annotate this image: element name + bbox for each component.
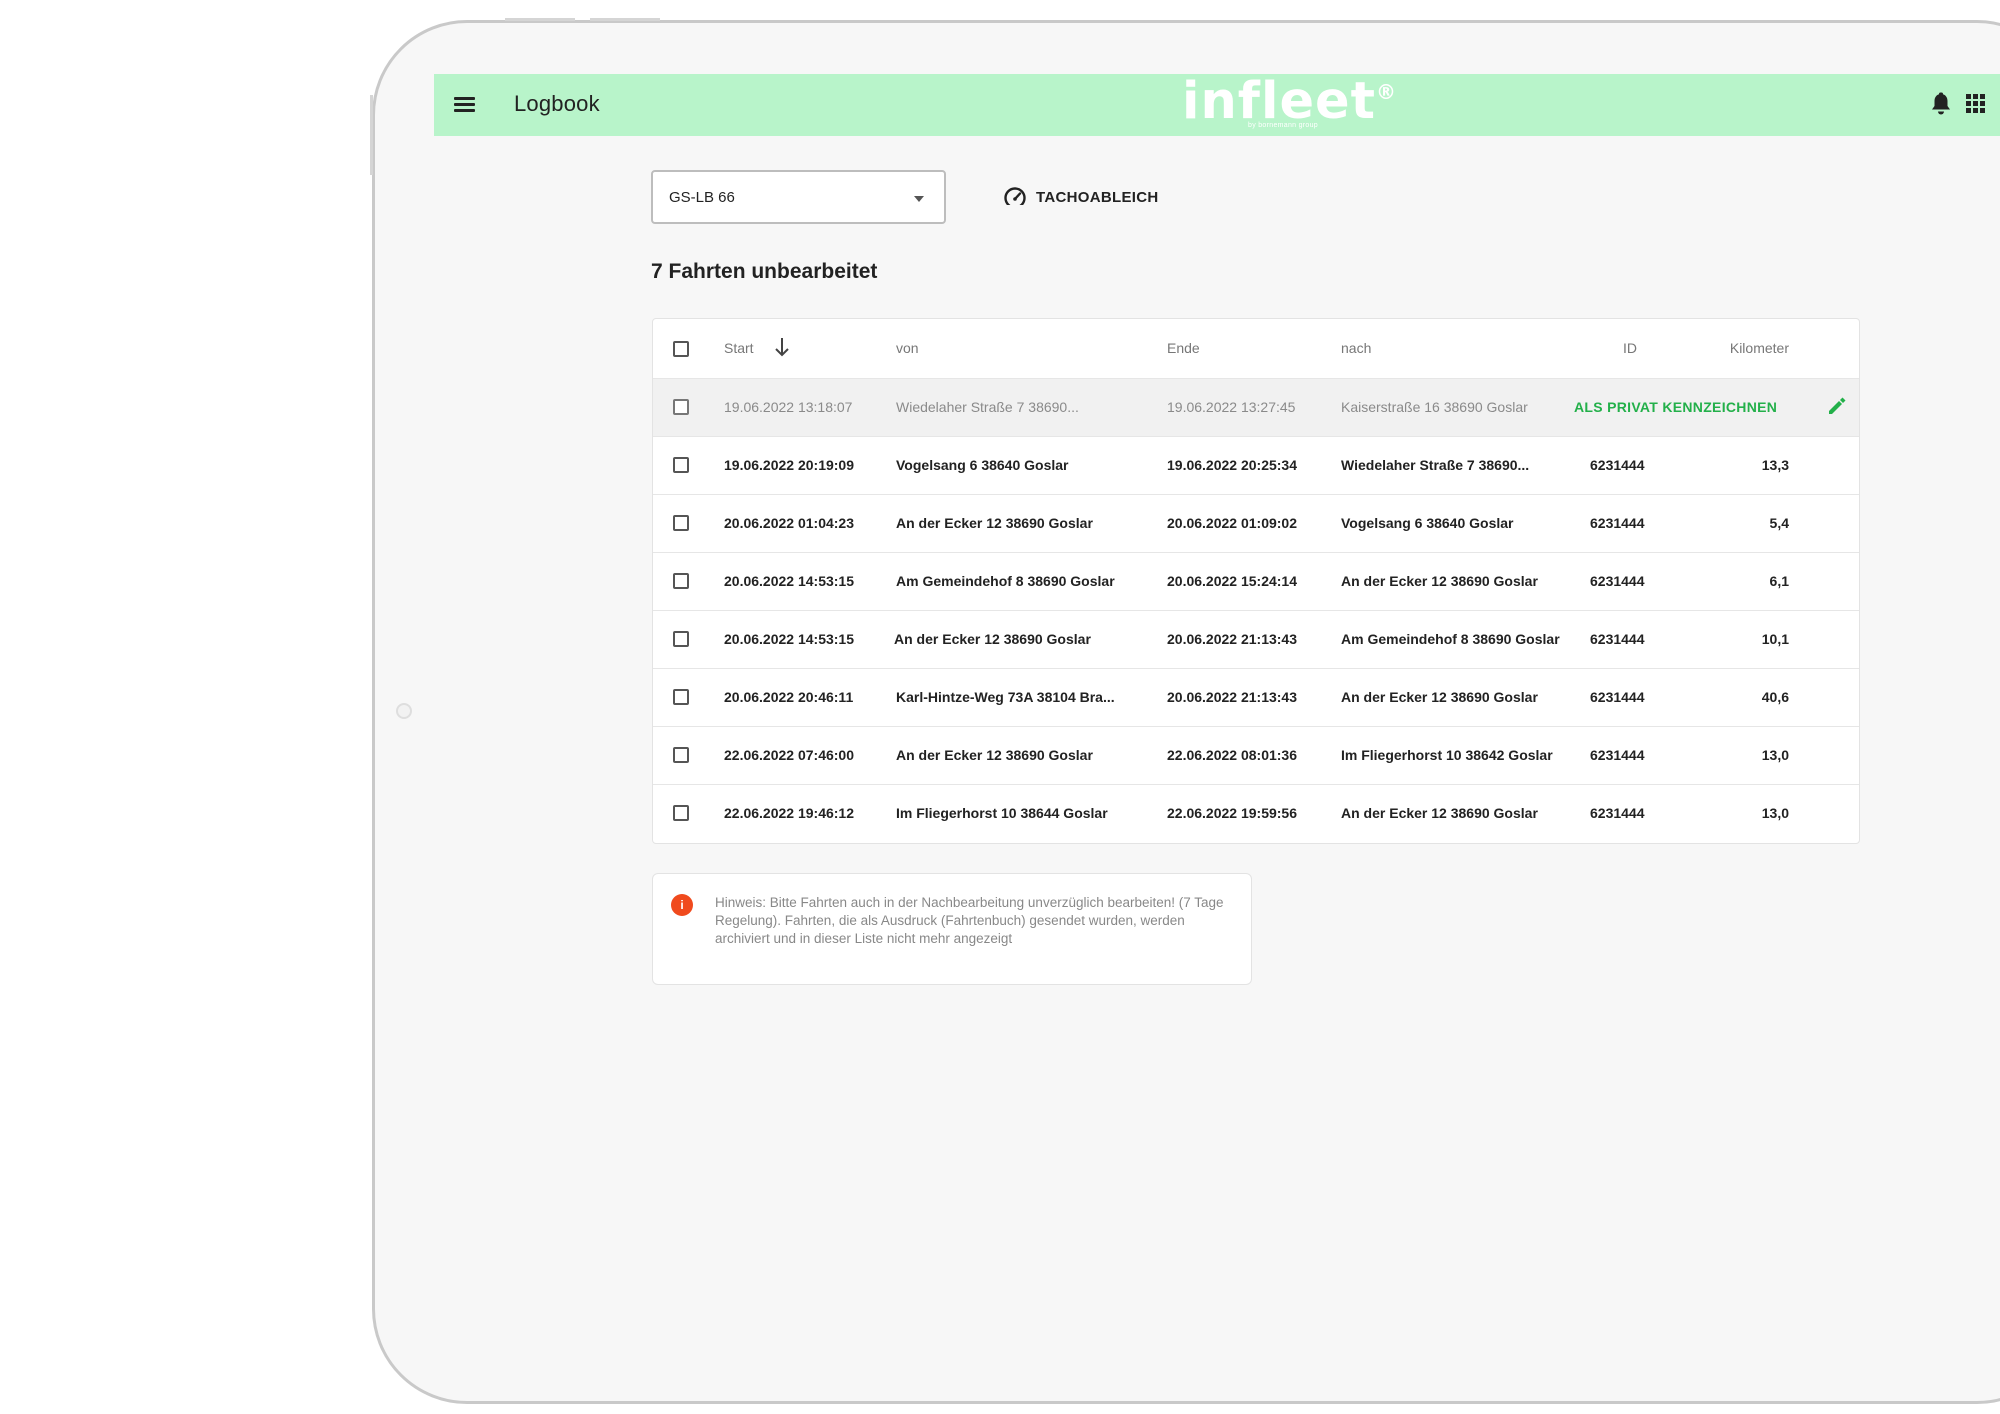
row-checkbox[interactable] bbox=[673, 747, 689, 763]
cell-start: 19.06.2022 13:18:07 bbox=[724, 399, 853, 415]
cell-nach: Im Fliegerhorst 10 38642 Goslar bbox=[1341, 747, 1553, 763]
cell-nach: An der Ecker 12 38690 Goslar bbox=[1341, 689, 1538, 705]
cell-von: Karl-Hintze-Weg 73A 38104 Bra... bbox=[896, 689, 1115, 705]
cell-von: An der Ecker 12 38690 Goslar bbox=[894, 631, 1091, 647]
bell-icon[interactable] bbox=[1930, 92, 1952, 121]
cell-ende: 19.06.2022 20:25:34 bbox=[1167, 457, 1297, 473]
cell-km: 10,1 bbox=[1761, 631, 1789, 647]
cell-start: 20.06.2022 14:53:15 bbox=[724, 631, 854, 647]
trips-table: Start von Ende nach ID Kilometer 19.06.2… bbox=[652, 318, 1860, 844]
vehicle-select[interactable]: GS-LB 66 bbox=[651, 170, 946, 224]
cell-ende: 20.06.2022 01:09:02 bbox=[1167, 515, 1297, 531]
cell-ende: 20.06.2022 21:13:43 bbox=[1167, 689, 1297, 705]
cell-id: 6231444 bbox=[1590, 457, 1645, 473]
cell-ende: 19.06.2022 13:27:45 bbox=[1167, 399, 1296, 415]
cell-id: 6231444 bbox=[1590, 515, 1645, 531]
table-row[interactable]: 19.06.2022 13:18:07 Wiedelaher Straße 7 … bbox=[653, 379, 1859, 437]
table-row[interactable]: 22.06.2022 07:46:00 An der Ecker 12 3869… bbox=[653, 727, 1859, 785]
row-checkbox[interactable] bbox=[673, 573, 689, 589]
cell-ende: 22.06.2022 19:59:56 bbox=[1167, 805, 1297, 821]
column-header-start[interactable]: Start bbox=[724, 340, 754, 356]
grid-icon[interactable] bbox=[1966, 94, 1990, 118]
table-header-row: Start von Ende nach ID Kilometer bbox=[653, 319, 1859, 379]
select-all-checkbox[interactable] bbox=[673, 341, 689, 357]
table-row[interactable]: 22.06.2022 19:46:12 Im Fliegerhorst 10 3… bbox=[653, 785, 1859, 843]
column-header-ende: Ende bbox=[1167, 340, 1200, 356]
cell-nach: Kaiserstraße 16 38690 Goslar bbox=[1341, 399, 1528, 415]
tablet-top-button-1 bbox=[505, 18, 575, 21]
speedometer-icon bbox=[1004, 187, 1026, 210]
cell-start: 22.06.2022 19:46:12 bbox=[724, 805, 854, 821]
row-checkbox[interactable] bbox=[673, 689, 689, 705]
chevron-down-icon bbox=[914, 196, 924, 202]
mark-private-button[interactable]: ALS PRIVAT KENNZEICHNEN bbox=[1574, 399, 1777, 415]
logo-subtitle: by bornemann group bbox=[1248, 122, 1318, 129]
tablet-top-button-2 bbox=[590, 18, 660, 21]
table-row[interactable]: 20.06.2022 14:53:15 An der Ecker 12 3869… bbox=[653, 611, 1859, 669]
table-row[interactable]: 20.06.2022 20:46:11 Karl-Hintze-Weg 73A … bbox=[653, 669, 1859, 727]
arrow-down-icon[interactable] bbox=[773, 336, 791, 358]
unprocessed-trips-heading: 7 Fahrten unbearbeitet bbox=[651, 260, 878, 283]
cell-von: An der Ecker 12 38690 Goslar bbox=[896, 515, 1093, 531]
cell-id: 6231444 bbox=[1590, 805, 1645, 821]
cell-id: 6231444 bbox=[1590, 747, 1645, 763]
table-row[interactable]: 20.06.2022 01:04:23 An der Ecker 12 3869… bbox=[653, 495, 1859, 553]
tachoableich-label: TACHOABLEICH bbox=[1036, 189, 1159, 206]
page-title: Logbook bbox=[514, 91, 600, 116]
cell-km: 13,3 bbox=[1761, 457, 1789, 473]
cell-km: 40,6 bbox=[1761, 689, 1789, 705]
vehicle-select-value: GS-LB 66 bbox=[669, 189, 735, 206]
cell-start: 20.06.2022 14:53:15 bbox=[724, 573, 854, 589]
cell-nach: Am Gemeindehof 8 38690 Goslar bbox=[1341, 631, 1560, 647]
cell-start: 19.06.2022 20:19:09 bbox=[724, 457, 854, 473]
cell-km: 5,4 bbox=[1769, 515, 1789, 531]
cell-id: 6231444 bbox=[1590, 573, 1645, 589]
pencil-icon[interactable] bbox=[1826, 395, 1848, 417]
app-screen: Logbook infleet® by bornemann group GS-L… bbox=[434, 74, 2000, 1344]
notice-text: Hinweis: Bitte Fahrten auch in der Nachb… bbox=[715, 895, 1224, 946]
column-header-von: von bbox=[896, 340, 919, 356]
info-icon: i bbox=[671, 894, 693, 916]
cell-start: 22.06.2022 07:46:00 bbox=[724, 747, 854, 763]
table-row[interactable]: 20.06.2022 14:53:15 Am Gemeindehof 8 386… bbox=[653, 553, 1859, 611]
row-checkbox[interactable] bbox=[673, 805, 689, 821]
cell-ende: 22.06.2022 08:01:36 bbox=[1167, 747, 1297, 763]
column-header-km: Kilometer bbox=[1729, 340, 1789, 356]
cell-km: 13,0 bbox=[1761, 805, 1789, 821]
cell-von: Wiedelaher Straße 7 38690... bbox=[896, 399, 1079, 415]
hamburger-icon[interactable] bbox=[450, 92, 480, 118]
cell-id: 6231444 bbox=[1590, 689, 1645, 705]
cell-ende: 20.06.2022 15:24:14 bbox=[1167, 573, 1297, 589]
cell-nach: Vogelsang 6 38640 Goslar bbox=[1341, 515, 1514, 531]
app-bar: Logbook infleet® by bornemann group bbox=[434, 74, 2000, 136]
cell-km: 6,1 bbox=[1769, 573, 1789, 589]
row-checkbox[interactable] bbox=[673, 631, 689, 647]
notice-box: i Hinweis: Bitte Fahrten auch in der Nac… bbox=[652, 873, 1252, 985]
cell-von: Am Gemeindehof 8 38690 Goslar bbox=[896, 573, 1115, 589]
cell-ende: 20.06.2022 21:13:43 bbox=[1167, 631, 1297, 647]
cell-start: 20.06.2022 20:46:11 bbox=[724, 689, 854, 705]
cell-nach: Wiedelaher Straße 7 38690... bbox=[1341, 457, 1530, 473]
row-checkbox[interactable] bbox=[673, 399, 689, 415]
cell-start: 20.06.2022 01:04:23 bbox=[724, 515, 854, 531]
row-checkbox[interactable] bbox=[673, 515, 689, 531]
tablet-side-button bbox=[370, 95, 373, 175]
cell-nach: An der Ecker 12 38690 Goslar bbox=[1341, 805, 1538, 821]
cell-von: Vogelsang 6 38640 Goslar bbox=[896, 457, 1069, 473]
column-header-id: ID bbox=[1623, 340, 1637, 356]
tablet-camera bbox=[396, 703, 412, 719]
cell-km: 13,0 bbox=[1761, 747, 1789, 763]
cell-von: An der Ecker 12 38690 Goslar bbox=[896, 747, 1093, 763]
table-row[interactable]: 19.06.2022 20:19:09 Vogelsang 6 38640 Go… bbox=[653, 437, 1859, 495]
cell-nach: An der Ecker 12 38690 Goslar bbox=[1341, 573, 1538, 589]
cell-von: Im Fliegerhorst 10 38644 Goslar bbox=[896, 805, 1108, 821]
column-header-nach: nach bbox=[1341, 340, 1372, 356]
row-checkbox[interactable] bbox=[673, 457, 689, 473]
cell-id: 6231444 bbox=[1590, 631, 1645, 647]
